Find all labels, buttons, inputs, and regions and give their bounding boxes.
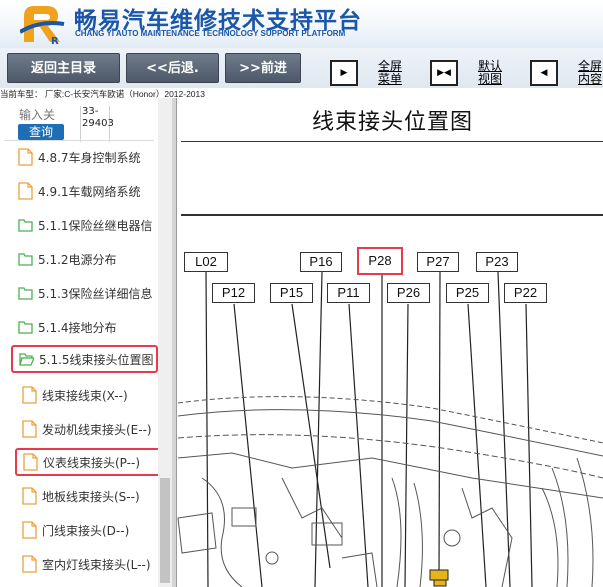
fullscreen-menu-icon[interactable]: ▶ bbox=[330, 60, 358, 86]
search-code: 33- 29403 bbox=[80, 106, 114, 142]
leader-lines bbox=[205, 271, 533, 587]
wiring-diagram bbox=[177, 271, 603, 587]
tree-item[interactable]: 发动机线束接头(E--) bbox=[22, 415, 168, 443]
default-view-icon[interactable]: ▶◀ bbox=[430, 60, 458, 86]
tree-item[interactable]: 门线束接头(D--) bbox=[22, 516, 168, 544]
default-view-label-2: 视图 bbox=[478, 72, 503, 86]
toolbar: 返回主目录 <<后退. >>前进 ▶ 全屏 菜单 ▶◀ 默认 视图 ◀ 全屏 内… bbox=[0, 48, 603, 88]
search-box: 查询 bbox=[18, 106, 64, 142]
tree-item-label: 门线束接头(D--) bbox=[42, 523, 130, 538]
tree-item[interactable]: 5.1.1保险丝继电器信 bbox=[18, 211, 164, 239]
folder-icon bbox=[18, 318, 33, 336]
tree-item-label: 5.1.4接地分布 bbox=[38, 320, 117, 335]
tree-item[interactable]: 4.9.1车载网络系统 bbox=[18, 177, 164, 205]
tree-item[interactable]: 5.1.3保险丝详细信息 bbox=[18, 279, 164, 307]
document-viewer: 线束接头位置图 L02 P16 P28 P27 P23 P12 P15 P11 … bbox=[172, 98, 603, 587]
folder-icon bbox=[18, 216, 33, 234]
forward-button[interactable]: >>前进 bbox=[225, 53, 301, 83]
tree-item-label: 发动机线束接头(E--) bbox=[42, 422, 152, 437]
document-icon bbox=[22, 555, 37, 573]
search-code-line-2: 29403 bbox=[82, 118, 114, 129]
tree-item-label: 线束接线束(X--) bbox=[42, 388, 128, 403]
tree-item-label: 5.1.3保险丝详细信息 bbox=[38, 286, 153, 301]
app-header: R 畅易汽车维修技术支持平台 CHANG YI AUTO MAINTENANCE… bbox=[0, 0, 603, 48]
connector-label-P28[interactable]: P28 bbox=[357, 247, 403, 275]
document-icon bbox=[23, 453, 38, 471]
fullscreen-content-icon[interactable]: ◀ bbox=[530, 60, 558, 86]
tree-item-label: 5.1.2电源分布 bbox=[38, 252, 117, 267]
tree-item-label: 4.8.7车身控制系统 bbox=[38, 150, 141, 165]
fullscreen-menu-link[interactable]: 全屏 菜单 bbox=[378, 60, 402, 86]
sidebar: 查询 33- 29403 4.8.7车身控制系统 4.9.1车载网络系统 5.1.1… bbox=[0, 98, 172, 587]
connector-label-P25[interactable]: P25 bbox=[446, 283, 489, 303]
sidebar-divider bbox=[4, 140, 154, 141]
connector-label-P22[interactable]: P22 bbox=[504, 283, 547, 303]
fullscreen-content-label-2: 内容 bbox=[578, 72, 603, 86]
logo-icon: R bbox=[20, 6, 65, 46]
default-view-link[interactable]: 默认 视图 bbox=[478, 60, 502, 86]
search-button[interactable]: 查询 bbox=[18, 124, 64, 140]
connector-label-P27[interactable]: P27 bbox=[417, 252, 459, 272]
tree-item[interactable]: 地板线束接头(S--) bbox=[22, 482, 168, 510]
tree-item[interactable]: 室内灯线束接头(L--) bbox=[22, 550, 168, 578]
app-subtitle: CHANG YI AUTO MAINTENANCE TECHNOLOGY SUP… bbox=[75, 29, 346, 38]
tree-item-label: 5.1.5线束接头位置图 bbox=[39, 352, 154, 367]
tree-item[interactable]: 5.1.4接地分布 bbox=[18, 313, 164, 341]
sidebar-scrollbar-thumb[interactable] bbox=[160, 478, 170, 583]
document-icon bbox=[22, 487, 37, 505]
home-button[interactable]: 返回主目录 bbox=[7, 53, 120, 83]
connector-label-P15[interactable]: P15 bbox=[270, 283, 313, 303]
document-icon bbox=[22, 420, 37, 438]
search-input[interactable] bbox=[18, 106, 64, 124]
folder-open-icon bbox=[19, 350, 35, 368]
fullscreen-menu-label-2: 菜单 bbox=[378, 72, 403, 86]
tree-item-label: 5.1.1保险丝继电器信 bbox=[38, 218, 153, 233]
logo-letter: R bbox=[51, 36, 59, 46]
tree-item[interactable]: 仪表线束接头(P--) bbox=[15, 448, 162, 476]
tree-item-label: 室内灯线束接头(L--) bbox=[42, 557, 151, 572]
sidebar-scrollbar[interactable] bbox=[158, 98, 172, 587]
vehicle-outline bbox=[177, 396, 603, 587]
document-icon bbox=[18, 148, 33, 166]
fullscreen-content-link[interactable]: 全屏 内容 bbox=[578, 60, 602, 86]
tree-item[interactable]: 5.1.5线束接头位置图 bbox=[11, 345, 158, 373]
connector-label-P23[interactable]: P23 bbox=[476, 252, 518, 272]
connector-label-P12[interactable]: P12 bbox=[212, 283, 255, 303]
connector-label-P11[interactable]: P11 bbox=[327, 283, 370, 303]
document-icon bbox=[22, 386, 37, 404]
search-code-line-1: 33- bbox=[82, 106, 99, 117]
tree-item-label: 地板线束接头(S--) bbox=[42, 489, 140, 504]
document-icon bbox=[18, 182, 33, 200]
tree-item[interactable]: 4.8.7车身控制系统 bbox=[18, 143, 164, 171]
tree-item-label: 4.9.1车载网络系统 bbox=[38, 184, 141, 199]
tree-item[interactable]: 5.1.2电源分布 bbox=[18, 245, 164, 273]
back-button[interactable]: <<后退. bbox=[126, 53, 219, 83]
connector-label-P16[interactable]: P16 bbox=[300, 252, 342, 272]
folder-icon bbox=[18, 250, 33, 268]
connector-label-P26[interactable]: P26 bbox=[387, 283, 430, 303]
tree-item[interactable]: 线束接线束(X--) bbox=[22, 381, 168, 409]
connector-label-L02[interactable]: L02 bbox=[184, 252, 228, 272]
highlighted-part-icon bbox=[429, 569, 449, 587]
folder-icon bbox=[18, 284, 33, 302]
document-icon bbox=[22, 521, 37, 539]
tree-item-label: 仪表线束接头(P--) bbox=[43, 455, 140, 470]
